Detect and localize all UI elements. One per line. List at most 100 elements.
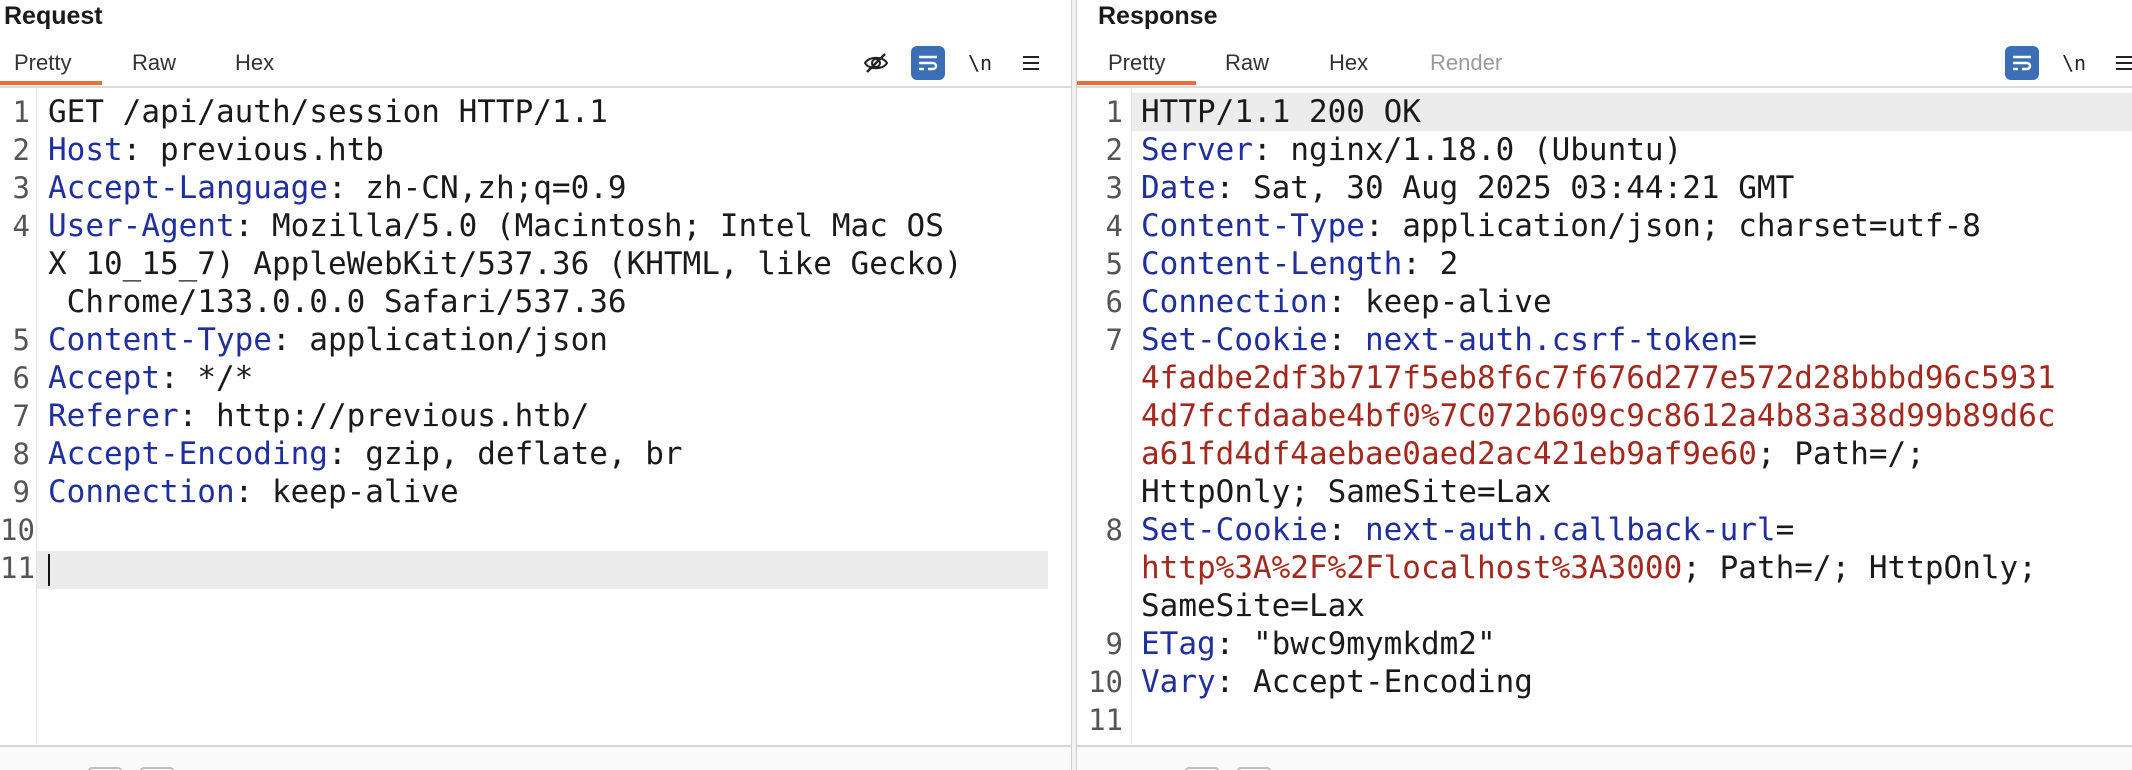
response-tab-render[interactable]: Render — [1430, 50, 1502, 76]
request-editor[interactable]: 1 GET /api/auth/session HTTP/1.1 2 Host: pr… — [0, 88, 1071, 744]
request-tab-hex[interactable]: Hex — [235, 50, 274, 76]
eye-off-icon[interactable] — [859, 46, 893, 80]
code-line: http%3A%2F%2Flocalhost%3A3000; Path=/; H… — [1077, 549, 2132, 587]
code-line: 4fadbe2df3b717f5eb8f6c7f676d277e572d28bb… — [1077, 359, 2132, 397]
header-separator: : — [271, 322, 310, 358]
response-tab-hex[interactable]: Hex — [1329, 50, 1368, 76]
header-separator: : — [1402, 246, 1440, 282]
header-value: 2 — [1439, 246, 1459, 282]
response-tab-pretty[interactable]: Pretty — [1108, 50, 1165, 76]
header-value: zh-CN,zh;q=0.9 — [365, 170, 627, 206]
header-name: Accept-Encoding — [48, 436, 328, 472]
code-text: Content-Length: 2 — [1141, 245, 1458, 283]
code-text: Referer: http://previous.htb/ — [48, 397, 589, 435]
header-name: Content-Type — [1141, 208, 1365, 244]
code-text: Server: nginx/1.18.0 (Ubuntu) — [1141, 131, 1682, 169]
code-line: 8 Accept-Encoding: gzip, deflate, br — [0, 435, 1071, 473]
response-active-tab-indicator — [1077, 81, 1196, 85]
code-line: 6 Accept: */* — [0, 359, 1071, 397]
code-text: User-Agent: Mozilla/5.0 (Macintosh; Inte… — [48, 207, 944, 245]
header-name: Content-Length — [1141, 246, 1403, 282]
header-value: Accept-Encoding — [1252, 664, 1533, 700]
code-text: Accept-Language: zh-CN,zh;q=0.9 — [48, 169, 627, 207]
code-text: HttpOnly; SameSite=Lax — [1141, 473, 1552, 511]
line-number — [1077, 549, 1123, 587]
response-editor[interactable]: 1 HTTP/1.1 200 OK 2 Server: nginx/1.18.0 (U… — [1077, 88, 2132, 744]
line-number: 6 — [1105, 285, 1123, 319]
code-text: { — [1141, 739, 1160, 744]
header-name: Content-Type — [48, 322, 272, 358]
code-line: a61fd4df4aebae0aed2ac421eb9af9e60; Path=… — [1077, 435, 2132, 473]
code-text: Content-Type: application/json; charset=… — [1141, 207, 1981, 245]
code-text: ETag: "bwc9mymkdm2" — [1141, 625, 1496, 663]
header-value: gzip, deflate, br — [365, 436, 683, 472]
code-line: 11 — [1077, 701, 2132, 739]
line-number: 1 — [12, 95, 30, 129]
code-line: 3 Accept-Language: zh-CN,zh;q=0.9 — [0, 169, 1071, 207]
code-line: 8 Set-Cookie: next-auth.callback-url= — [1077, 511, 2132, 549]
cookie-equals: = — [1738, 322, 1757, 358]
line-number — [0, 283, 30, 321]
response-title: Response — [1098, 2, 1218, 30]
line-number — [0, 245, 30, 283]
request-tab-raw[interactable]: Raw — [132, 50, 176, 76]
code-text: Chrome/133.0.0.0 Safari/537.36 — [48, 283, 627, 321]
request-tab-pretty[interactable]: Pretty — [14, 50, 71, 76]
code-text: HTTP/1.1 200 OK — [1141, 93, 1421, 131]
code-text: Connection: keep-alive — [1141, 283, 1552, 321]
menu-icon[interactable] — [1014, 46, 1048, 80]
line-number: 11 — [0, 551, 35, 585]
code-line: 1 HTTP/1.1 200 OK — [1077, 93, 2132, 131]
code-text: Host: previous.htb — [48, 131, 384, 169]
header-value: previous.htb — [159, 132, 384, 168]
line-number: 2 — [1105, 133, 1123, 167]
header-name: Connection — [48, 474, 235, 510]
line-number: 2 — [12, 133, 30, 167]
code-text: Date: Sat, 30 Aug 2025 03:44:21 GMT — [1141, 169, 1794, 207]
line-number — [1077, 739, 1123, 744]
line-number — [1077, 397, 1123, 435]
code-line: 4d7fcfdaabe4bf0%7C072b609c9c8612a4b83a38… — [1077, 397, 2132, 435]
header-name: Connection — [1141, 284, 1328, 320]
wrap-lines-icon[interactable] — [911, 46, 945, 80]
line-number: 7 — [12, 399, 30, 433]
menu-icon[interactable] — [2107, 46, 2132, 80]
code-text: Connection: keep-alive — [48, 473, 459, 511]
code-text: Set-Cookie: next-auth.callback-url= — [1141, 511, 1794, 549]
response-tabs: Pretty Raw Hex Render — [1077, 46, 2132, 86]
code-line: 10 — [0, 511, 1071, 549]
code-text: 4fadbe2df3b717f5eb8f6c7f676d277e572d28bb… — [1141, 359, 2056, 397]
line-number: 3 — [1105, 171, 1123, 205]
header-name: Server — [1141, 132, 1253, 168]
code-text: GET /api/auth/session HTTP/1.1 — [48, 93, 608, 131]
cookie-name: next-auth.callback-url — [1364, 512, 1776, 548]
code-line: HttpOnly; SameSite=Lax — [1077, 473, 2132, 511]
code-plain-text: X 10_15_7) AppleWebKit/537.36 (KHTML, li… — [48, 246, 963, 282]
line-number — [1077, 587, 1123, 625]
header-separator: : — [1327, 322, 1365, 358]
header-separator: : — [1327, 284, 1365, 320]
header-separator: : — [159, 360, 198, 396]
header-separator: : — [327, 436, 366, 472]
cookie-equals: = — [1775, 512, 1795, 548]
header-separator: : — [234, 474, 272, 510]
code-line: 3 Date: Sat, 30 Aug 2025 03:44:21 GMT — [1077, 169, 2132, 207]
line-number: 7 — [1105, 323, 1123, 357]
request-text-cursor — [48, 554, 50, 586]
newline-icon[interactable]: \n — [2057, 46, 2091, 80]
code-text: http%3A%2F%2Flocalhost%3A3000; Path=/; H… — [1141, 549, 2037, 587]
line-number — [1077, 473, 1123, 511]
header-separator: : — [1215, 170, 1253, 206]
header-name: Vary — [1141, 664, 1216, 700]
header-name: Date — [1141, 170, 1216, 206]
cookie-value: a61fd4df4aebae0aed2ac421eb9af9e60 — [1141, 436, 1757, 472]
header-value: Mozilla/5.0 (Macintosh; Intel Mac OS — [271, 208, 944, 244]
code-line: Chrome/133.0.0.0 Safari/537.36 — [0, 283, 1071, 321]
response-tab-raw[interactable]: Raw — [1225, 50, 1269, 76]
newline-icon[interactable]: \n — [963, 46, 997, 80]
line-number: 5 — [1105, 247, 1123, 281]
header-value: application/json — [309, 322, 608, 358]
wrap-lines-icon[interactable] — [2005, 46, 2039, 80]
code-line: SameSite=Lax — [1077, 587, 2132, 625]
request-pane: Request Pretty Raw Hex \n 1 GET /api/auth… — [0, 0, 1071, 770]
